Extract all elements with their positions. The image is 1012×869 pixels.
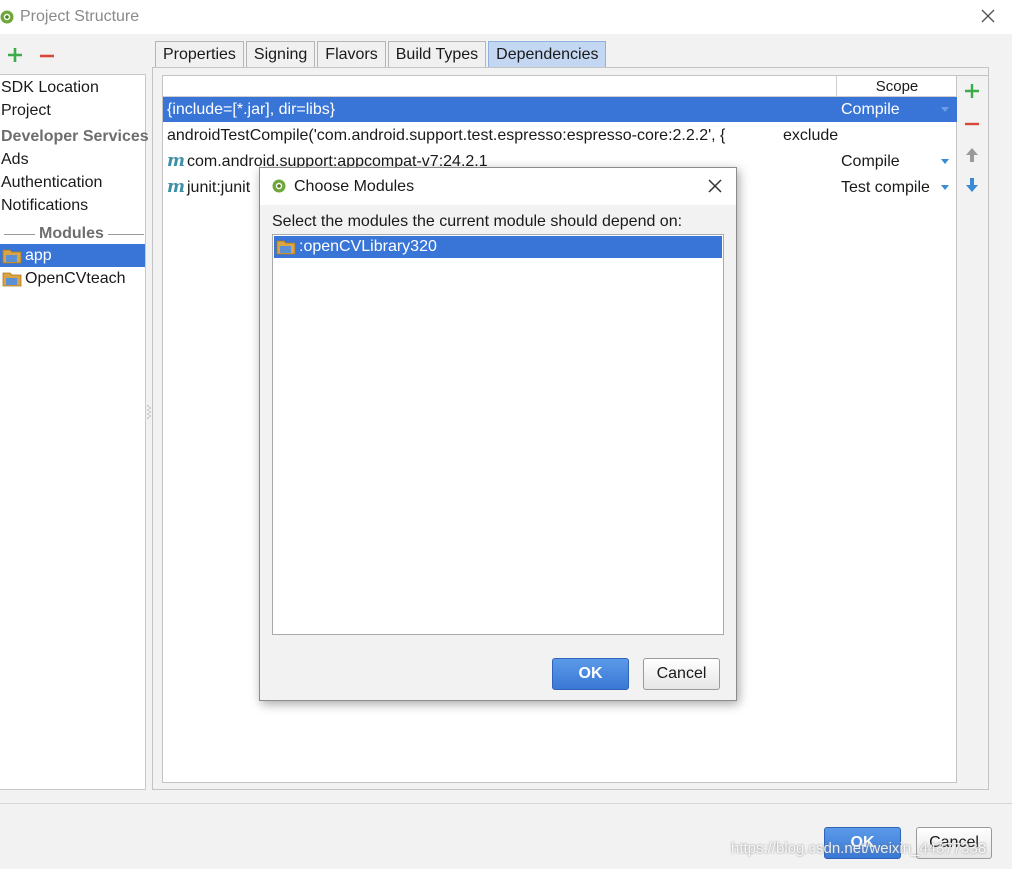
sidebar: SDK Location Project Developer Services … (0, 74, 149, 790)
dialog-titlebar: Choose Modules (260, 168, 736, 205)
android-studio-icon (272, 179, 286, 193)
add-dependency-icon[interactable] (963, 82, 981, 100)
scope-value[interactable]: Test compile (841, 175, 930, 200)
dependency-toolbar (957, 75, 989, 783)
scope-value[interactable]: Compile (841, 97, 900, 122)
close-icon[interactable] (706, 177, 724, 195)
tab-properties[interactable]: Properties (155, 41, 244, 68)
tab-bar: Properties Signing Flavors Build Types D… (155, 41, 608, 68)
module-folder-icon (276, 240, 296, 255)
dialog-cancel-button[interactable]: Cancel (643, 658, 720, 690)
sidebar-item-authentication[interactable]: Authentication (1, 172, 102, 194)
remove-dependency-icon[interactable] (963, 114, 981, 132)
move-up-icon[interactable] (963, 146, 981, 164)
developer-services-header: Developer Services (1, 128, 149, 145)
scope-value: exclude (777, 123, 899, 148)
android-studio-icon (0, 10, 14, 24)
module-label: OpenCVteach (25, 269, 126, 287)
dialog-footer: OK Cancel (0, 803, 1012, 869)
add-icon[interactable] (6, 46, 24, 64)
scope-value[interactable]: Compile (841, 149, 900, 174)
tab-signing[interactable]: Signing (245, 41, 316, 68)
sidebar-item-opencvteach[interactable]: OpenCVteach (0, 267, 145, 290)
modules-header: Modules (39, 225, 104, 242)
dependency-label: junit:junit (187, 179, 251, 196)
sidebar-item-sdk-location[interactable]: SDK Location (1, 77, 99, 99)
remove-icon[interactable] (38, 46, 56, 64)
sidebar-item-notifications[interactable]: Notifications (1, 195, 88, 217)
separator-line (108, 234, 144, 235)
module-folder-icon (2, 272, 22, 286)
splitter-grip-icon[interactable] (147, 404, 151, 420)
sidebar-toolbar (0, 44, 146, 72)
tab-build-types[interactable]: Build Types (387, 41, 487, 68)
sidebar-item-app[interactable]: app (0, 244, 145, 267)
tab-flavors[interactable]: Flavors (317, 41, 386, 68)
dropdown-arrow-icon[interactable] (941, 159, 949, 164)
dependency-column-header[interactable] (163, 76, 836, 97)
choose-modules-dialog: Choose Modules Select the modules the cu… (259, 167, 737, 701)
dependency-name: {include=[*.jar], dir=libs} (167, 101, 336, 118)
modules-separator: Modules (0, 223, 145, 245)
window-titlebar: Project Structure (0, 0, 1012, 34)
dialog-prompt: Select the modules the current module sh… (272, 213, 683, 230)
module-list[interactable]: :openCVLibrary320 (272, 234, 724, 635)
table-row[interactable]: androidTestCompile('com.android.support.… (163, 123, 957, 148)
maven-icon: m (167, 151, 185, 171)
table-row[interactable]: {include=[*.jar], dir=libs} Compile (163, 97, 957, 122)
module-label: app (25, 246, 52, 264)
dialog-ok-button[interactable]: OK (552, 658, 629, 690)
move-down-icon[interactable] (963, 176, 981, 194)
separator-line (4, 234, 35, 235)
sidebar-item-ads[interactable]: Ads (1, 149, 29, 171)
module-name: :openCVLibrary320 (299, 238, 437, 255)
sidebar-item-project[interactable]: Project (1, 100, 51, 122)
dialog-title: Choose Modules (294, 178, 415, 195)
close-icon[interactable] (978, 6, 998, 26)
module-folder-icon (2, 249, 22, 263)
tab-dependencies[interactable]: Dependencies (488, 41, 607, 68)
maven-icon: m (167, 177, 185, 197)
watermark: https://blog.csdn.net/weixin_44377338 (731, 840, 987, 857)
dependency-name: m junit:junit (167, 175, 250, 200)
dropdown-arrow-icon[interactable] (941, 107, 949, 112)
window-title: Project Structure (20, 8, 140, 25)
scope-column-header[interactable]: Scope (836, 76, 957, 97)
dropdown-arrow-icon[interactable] (941, 185, 949, 190)
list-item[interactable]: :openCVLibrary320 (274, 236, 722, 258)
dependency-name: androidTestCompile('com.android.support.… (167, 127, 726, 144)
